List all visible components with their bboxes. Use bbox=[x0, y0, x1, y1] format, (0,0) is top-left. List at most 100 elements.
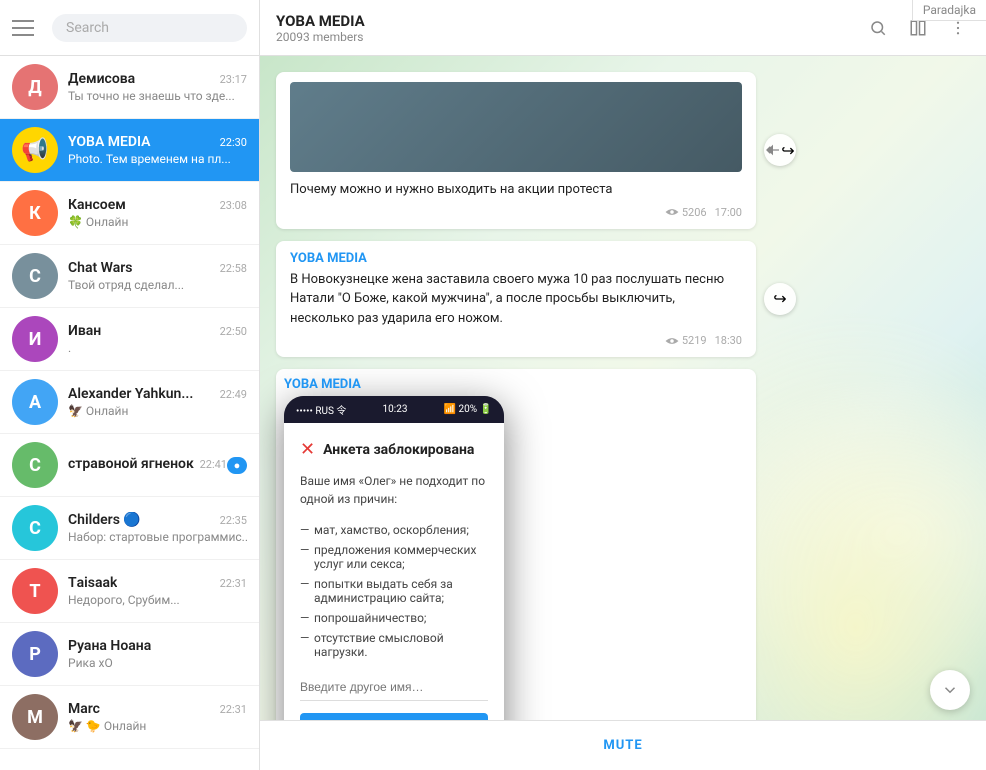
message-meta-2: 5219 18:30 bbox=[290, 334, 742, 347]
chat-preview-5: 🦅 Онлайн bbox=[68, 404, 247, 418]
phone-content: ✕ Анкета заблокирована Ваше имя «Олег» н… bbox=[284, 423, 504, 720]
chat-avatar-4: И bbox=[12, 316, 58, 362]
modal-save-button[interactable]: Сохранить bbox=[300, 713, 488, 720]
chat-name-6: стравоной ягненок bbox=[68, 456, 194, 472]
sidebar: Search Д Демисова 23:17 Ты точно не знаешь … bbox=[0, 0, 260, 770]
chat-avatar-10: M bbox=[12, 694, 58, 740]
chat-item-0[interactable]: Д Демисова 23:17 Ты точно не знаешь что зде… bbox=[0, 56, 259, 119]
phone-status-bar: ••••• RUS 令 10:23 📶 20% 🔋 bbox=[284, 396, 504, 423]
sidebar-header: Search bbox=[0, 0, 259, 56]
chat-avatar-0: Д bbox=[12, 64, 58, 110]
chat-name-2: Кансоем bbox=[68, 197, 126, 213]
chat-item-2[interactable]: К Кансоем 23:08 🍀 Онлайн bbox=[0, 182, 259, 245]
modal-close-icon[interactable]: ✕ bbox=[300, 439, 315, 460]
chat-time-10: 22:31 bbox=[220, 703, 247, 716]
chat-item-9[interactable]: РРуана НоанаРика хО bbox=[0, 623, 259, 686]
chat-name-3: Chat Wars bbox=[68, 260, 133, 276]
message-text-1: Почему можно и нужно выходить на акции п… bbox=[290, 180, 742, 200]
chat-item-6[interactable]: Сстравоной ягненок 22:41● bbox=[0, 434, 259, 497]
chat-time-1: 22:30 bbox=[220, 136, 247, 149]
chat-list: Д Демисова 23:17 Ты точно не знаешь что зде… bbox=[0, 56, 259, 770]
chat-preview-10: 🦅 🐤 Онлайн bbox=[68, 719, 247, 733]
chat-name-1: YOBA MEDIA bbox=[68, 134, 151, 150]
chat-avatar-6: С bbox=[12, 442, 58, 488]
forward-button-2[interactable]: ↪ bbox=[764, 283, 796, 315]
messages-content: Почему можно и нужно выходить на акции п… bbox=[276, 72, 970, 720]
chat-time-0: 23:17 bbox=[220, 73, 247, 86]
message-wrapper-3: YOBA MEDIA ••••• RUS 令 10:23 📶 20% 🔋 ✕ bbox=[276, 369, 756, 720]
chat-title: YOBA MEDIA bbox=[276, 12, 866, 30]
modal-header: ✕ Анкета заблокирована bbox=[300, 439, 488, 460]
message-wrapper-1: Почему можно и нужно выходить на акции п… bbox=[276, 72, 756, 229]
modal-title: Анкета заблокирована bbox=[323, 442, 474, 458]
chat-time-4: 22:50 bbox=[220, 325, 247, 338]
message-card-1: Почему можно и нужно выходить на акции п… bbox=[276, 72, 756, 229]
chat-preview-4: . bbox=[68, 341, 247, 355]
chat-time-5: 22:49 bbox=[220, 388, 247, 401]
modal-reason-1: предложения коммерческих услуг или секса… bbox=[300, 540, 488, 574]
chat-item-4[interactable]: И Иван 22:50. bbox=[0, 308, 259, 371]
chat-avatar-9: Р bbox=[12, 631, 58, 677]
chat-avatar-8: Т bbox=[12, 568, 58, 614]
message-sender-2: YOBA MEDIA bbox=[290, 251, 742, 266]
chat-avatar-5: A bbox=[12, 379, 58, 425]
chat-header: YOBA MEDIA 20093 members bbox=[260, 0, 986, 56]
chat-subtitle: 20093 members bbox=[276, 30, 866, 44]
chat-item-10[interactable]: M Marc 22:31 🦅 🐤 Онлайн bbox=[0, 686, 259, 749]
messages-area[interactable]: Почему можно и нужно выходить на акции п… bbox=[260, 56, 986, 720]
chat-time-2: 23:08 bbox=[220, 199, 247, 212]
chat-preview-2: 🍀 Онлайн bbox=[68, 215, 247, 229]
chat-header-info: YOBA MEDIA 20093 members bbox=[276, 12, 866, 44]
modal-reason-3: попрошайничество; bbox=[300, 608, 488, 628]
search-icon[interactable] bbox=[866, 16, 890, 40]
message-views-2: 5219 bbox=[665, 334, 707, 347]
phone-modal: ••••• RUS 令 10:23 📶 20% 🔋 ✕ Анкета забло… bbox=[284, 396, 504, 720]
hamburger-button[interactable] bbox=[12, 12, 44, 44]
forward-button-1[interactable]: ↪ bbox=[764, 134, 796, 166]
modal-reason-0: мат, хамство, оскорбления; bbox=[300, 520, 488, 540]
search-input[interactable]: Search bbox=[52, 14, 247, 42]
modal-reason-4: отсутствие смысловой нагрузки. bbox=[300, 628, 488, 662]
chat-avatar-3: C bbox=[12, 253, 58, 299]
message-card-2: YOBA MEDIA В Новокузнецке жена заставила… bbox=[276, 241, 756, 358]
chat-avatar-7: C bbox=[12, 505, 58, 551]
message-text-2: В Новокузнецке жена заставила своего муж… bbox=[290, 270, 742, 329]
main-content: YOBA MEDIA 20093 members bbox=[260, 0, 986, 770]
message-card-3: YOBA MEDIA ••••• RUS 令 10:23 📶 20% 🔋 ✕ bbox=[276, 369, 756, 720]
chat-preview-1: Photo. Тем временем на пл... bbox=[68, 152, 247, 166]
chat-item-3[interactable]: C Chat Wars 22:58 Твой отряд сделал... bbox=[0, 245, 259, 308]
chat-name-8: Тaisaak bbox=[68, 575, 117, 591]
chat-item-7[interactable]: CСhilders 🔵22:35Набор: стартовые програм… bbox=[0, 497, 259, 560]
modal-reason-2: попытки выдать себя за администрацию сай… bbox=[300, 574, 488, 608]
site-name: Paradajka bbox=[923, 3, 976, 17]
chat-item-5[interactable]: A Alexander Yahkun... 22:49 🦅 Онлайн bbox=[0, 371, 259, 434]
chat-time-8: 22:31 bbox=[220, 577, 247, 590]
mute-button[interactable]: MUTE bbox=[603, 738, 642, 753]
app-container: Paradajka Search Д Демисова 23:17 Ты точно … bbox=[0, 0, 986, 770]
scroll-down-button[interactable] bbox=[930, 670, 970, 710]
unread-badge-6: ● bbox=[227, 457, 247, 474]
message-wrapper-2: YOBA MEDIA В Новокузнецке жена заставила… bbox=[276, 241, 756, 358]
message-meta-1: 5206 17:00 bbox=[290, 206, 742, 219]
chat-name-4: Иван bbox=[68, 323, 101, 339]
chat-item-1[interactable]: 📢 YOBA MEDIA 22:30 Photo. Тем временем на п… bbox=[0, 119, 259, 182]
chat-preview-0: Ты точно не знаешь что зде... bbox=[68, 89, 247, 103]
chat-time-3: 22:58 bbox=[220, 262, 247, 275]
chat-name-10: Marc bbox=[68, 701, 100, 717]
modal-reasons-list: мат, хамство, оскорбления;предложения ко… bbox=[300, 520, 488, 662]
chat-preview-3: Твой отряд сделал... bbox=[68, 278, 247, 292]
chat-time-6: 22:41 bbox=[200, 458, 227, 471]
modal-name-input[interactable] bbox=[300, 674, 488, 701]
chat-name-5: Alexander Yahkun... bbox=[68, 386, 193, 402]
chat-name-9: Руана Ноана bbox=[68, 638, 151, 654]
bottom-bar: MUTE bbox=[260, 720, 986, 770]
chat-avatar-2: К bbox=[12, 190, 58, 236]
message-sender-3: YOBA MEDIA bbox=[284, 377, 748, 392]
chat-name-0: Демисова bbox=[68, 71, 135, 87]
chat-item-8[interactable]: Т Тaisaak 22:31 Недорого, Срубим... bbox=[0, 560, 259, 623]
chat-avatar-1: 📢 bbox=[12, 127, 58, 173]
chat-preview-8: Недорого, Срубим... bbox=[68, 593, 247, 607]
chat-time-7: 22:35 bbox=[220, 514, 247, 527]
top-branding: Paradajka bbox=[912, 0, 986, 21]
chat-preview-7: Набор: стартовые программис... bbox=[68, 530, 247, 544]
